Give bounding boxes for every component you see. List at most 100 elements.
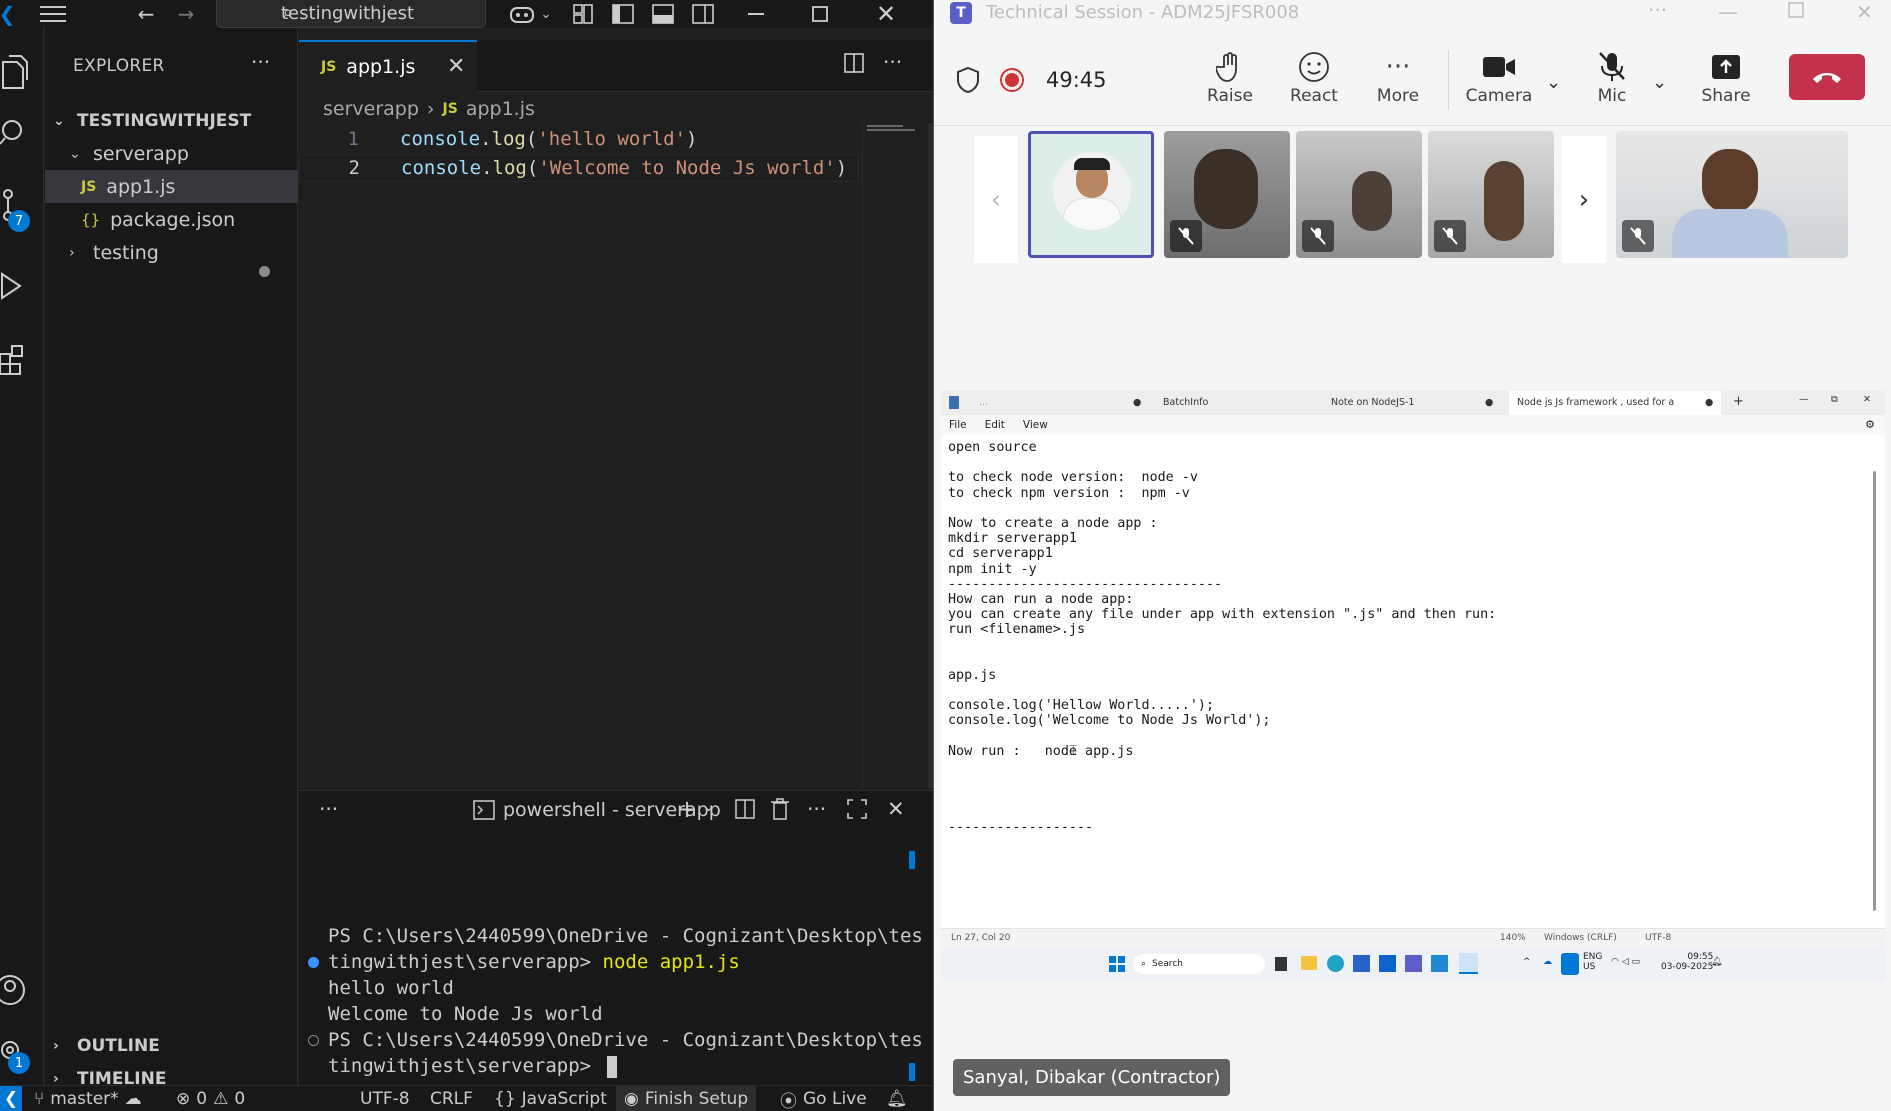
window-more-icon[interactable]: ··· — [1648, 0, 1667, 22]
problems-status[interactable]: ⊗ 0 ⚠ 0 — [176, 1086, 245, 1111]
share-button[interactable]: Share — [1696, 48, 1756, 126]
editor-more-actions-icon[interactable]: ··· — [883, 50, 902, 74]
terminal-line[interactable]: tingwithjest\serverapp> — [328, 1055, 617, 1078]
split-editor-icon[interactable] — [843, 52, 865, 78]
tree-folder-serverapp[interactable]: ⌄ serverapp — [45, 137, 298, 170]
customize-layout-icon[interactable] — [570, 0, 596, 28]
windows-start-icon[interactable] — [1109, 956, 1125, 972]
vscode-taskbar-icon[interactable] — [1431, 955, 1448, 972]
workspace-root[interactable]: ⌄ TESTINGWITHJEST — [45, 104, 298, 137]
network-volume-battery-icons[interactable]: ◠ ◁ ▭ — [1611, 957, 1640, 967]
breadcrumb-folder[interactable]: serverapp — [323, 98, 419, 120]
tree-folder-testing[interactable]: › testing — [45, 236, 298, 269]
encoding-status[interactable]: UTF-8 — [360, 1086, 410, 1111]
minimap[interactable] — [862, 123, 928, 788]
recording-icon[interactable] — [1000, 68, 1024, 92]
shield-icon[interactable] — [956, 66, 980, 98]
file-explorer-icon[interactable] — [1301, 956, 1317, 970]
language-status[interactable]: {} JavaScript — [494, 1086, 607, 1111]
store-icon[interactable] — [1353, 955, 1370, 972]
tree-file-app1[interactable]: JS app1.js — [45, 170, 298, 203]
code-line[interactable]: 1 console.log('hello world') — [299, 125, 698, 153]
notepad-taskbar-icon[interactable] — [1459, 953, 1478, 974]
minimize-icon[interactable]: — — [1718, 0, 1738, 24]
command-success-dot[interactable] — [308, 957, 319, 968]
maximize-icon[interactable] — [800, 0, 840, 28]
command-center-search[interactable]: ⌕ testingwithjest — [216, 0, 486, 28]
close-icon[interactable]: ✕ — [1863, 394, 1871, 405]
finish-setup-button[interactable]: ◉ Finish Setup — [616, 1086, 757, 1111]
tree-file-package-json[interactable]: {} package.json — [45, 203, 298, 236]
accounts-icon[interactable] — [0, 968, 44, 1012]
notifications-bell-icon[interactable]: 🔔︎ — [886, 1086, 908, 1111]
mic-dropdown-chevron-icon[interactable]: ⌄ — [1652, 72, 1667, 93]
taskbar-search-box[interactable]: ⌕ Search — [1133, 954, 1265, 974]
notepad-tab-active[interactable]: Node js Js framework , used for a ● — [1509, 391, 1721, 415]
eol-status[interactable]: CRLF — [430, 1086, 473, 1111]
edge-browser-icon[interactable] — [1327, 955, 1344, 972]
terminal-more-icon[interactable]: ··· — [807, 797, 826, 821]
mic-button[interactable]: Mic — [1586, 48, 1638, 126]
camera-button[interactable]: Camera — [1464, 48, 1534, 126]
participant-tile[interactable] — [1428, 131, 1554, 258]
explorer-icon[interactable] — [0, 50, 44, 94]
maximize-panel-icon[interactable] — [847, 799, 867, 824]
code-line[interactable]: 2 console.log('Welcome to Node Js world'… — [299, 154, 859, 182]
toggle-primary-sidebar-icon[interactable] — [610, 0, 636, 28]
copilot-icon[interactable] — [502, 0, 542, 28]
kill-terminal-trash-icon[interactable] — [771, 798, 789, 825]
more-button[interactable]: ··· More — [1370, 48, 1426, 126]
command-pending-dot[interactable] — [308, 1035, 319, 1046]
participant-tile-selected[interactable] — [1028, 131, 1154, 258]
menu-file[interactable]: File — [949, 419, 967, 431]
git-branch-status[interactable]: ⑂ master* ☁ — [34, 1086, 142, 1111]
gallery-prev-arrow-icon[interactable]: ‹ — [974, 136, 1018, 263]
more-actions-icon[interactable]: ··· — [251, 50, 270, 74]
tray-chevron-icon[interactable]: ^ — [1523, 957, 1531, 967]
remote-indicator-icon[interactable]: ❮ — [0, 1086, 22, 1111]
tab-app1-js[interactable]: JS app1.js ✕ — [299, 40, 477, 92]
search-icon[interactable] — [0, 114, 44, 158]
participant-tile[interactable] — [1164, 131, 1290, 258]
microphone-in-use-icon[interactable] — [1561, 953, 1579, 975]
minimize-icon[interactable]: — — [1799, 394, 1809, 405]
toggle-panel-icon[interactable] — [650, 0, 676, 28]
source-control-icon[interactable]: 7 — [0, 186, 44, 232]
teams-taskbar-icon[interactable] — [1405, 955, 1422, 972]
onedrive-icon[interactable]: ☁ — [1543, 957, 1552, 967]
notepad-tab[interactable]: ... — [979, 397, 988, 408]
settings-gear-icon[interactable]: ⚙ — [1865, 418, 1875, 431]
run-debug-icon[interactable] — [0, 268, 44, 312]
breadcrumb-file[interactable]: app1.js — [466, 98, 535, 120]
forward-arrow-icon[interactable]: → — [174, 0, 198, 28]
notepad-tab[interactable]: Note on NodeJS-1 — [1331, 397, 1414, 408]
new-tab-plus-icon[interactable]: + — [1733, 394, 1744, 409]
menu-view[interactable]: View — [1023, 419, 1048, 431]
close-tab-icon[interactable]: ✕ — [447, 54, 465, 79]
notification-bell-icon[interactable]: 🔔︎ — [1711, 957, 1722, 967]
close-panel-icon[interactable]: ✕ — [887, 797, 905, 821]
leave-call-button[interactable] — [1789, 54, 1865, 100]
minimize-icon[interactable] — [736, 0, 776, 28]
task-view-icon[interactable] — [1275, 957, 1287, 971]
close-window-icon[interactable]: ✕ — [866, 0, 906, 28]
panel-more-icon[interactable]: ··· — [319, 797, 338, 821]
maximize-icon[interactable] — [1788, 2, 1804, 23]
participant-tile-presenter[interactable] — [1616, 131, 1848, 258]
outline-section[interactable]: › OUTLINE — [45, 1029, 298, 1062]
notepad-tab[interactable]: BatchInfo — [1163, 397, 1208, 408]
terminal-dropdown-icon[interactable]: ⌄ — [703, 799, 715, 815]
restore-icon[interactable]: ⧉ — [1831, 394, 1838, 405]
back-arrow-icon[interactable]: ← — [134, 0, 158, 28]
input-language[interactable]: ENG US — [1583, 952, 1602, 972]
notepad-scrollbar[interactable] — [1873, 471, 1876, 911]
taskbar-clock[interactable]: 09:55 03-09-2025 — [1661, 952, 1713, 972]
hamburger-menu-icon[interactable] — [38, 0, 68, 28]
split-terminal-icon[interactable] — [735, 799, 755, 824]
outlook-icon[interactable] — [1379, 955, 1396, 972]
toggle-secondary-sidebar-icon[interactable] — [690, 0, 716, 28]
extensions-icon[interactable] — [0, 340, 44, 384]
menu-edit[interactable]: Edit — [985, 419, 1005, 431]
participant-tile[interactable] — [1296, 131, 1422, 258]
go-live-button[interactable]: ⦿ Go Live — [780, 1086, 867, 1111]
